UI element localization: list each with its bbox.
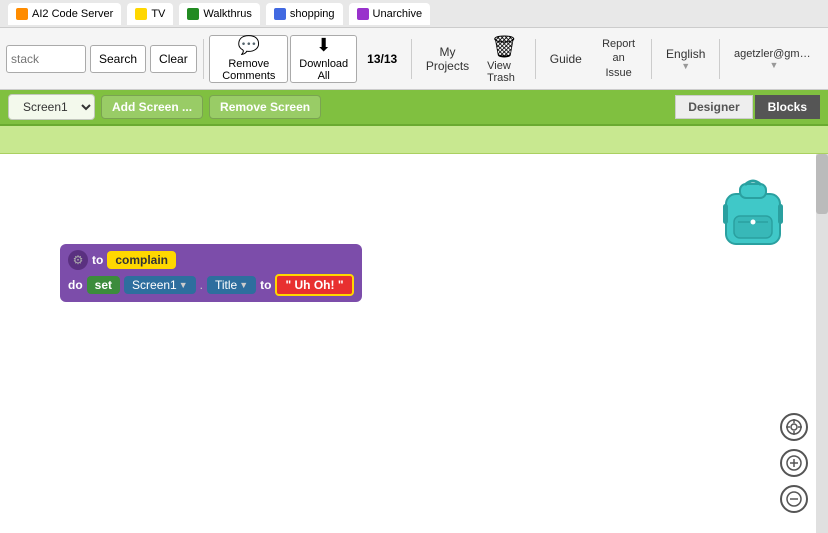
dot-separator: .: [200, 278, 203, 292]
add-screen-button[interactable]: Add Screen ...: [101, 95, 203, 119]
block-outer[interactable]: ⚙ to complain do set Screen1 ▼ . Title ▼…: [60, 244, 362, 302]
tab-icon-shopping: [274, 8, 286, 20]
view-toggle: Designer Blocks: [675, 95, 820, 119]
do-label: do: [68, 278, 83, 292]
block-container: ⚙ to complain do set Screen1 ▼ . Title ▼…: [60, 244, 362, 302]
my-projects-button[interactable]: My Projects: [418, 41, 477, 77]
block-row-1: ⚙ to complain: [68, 250, 354, 270]
tab-label-unarchive: Unarchive: [373, 8, 423, 20]
screen-toolbar: Screen1 Add Screen ... Remove Screen Des…: [0, 90, 828, 126]
screen1-arrow: ▼: [179, 280, 188, 290]
zoom-controls: [780, 413, 808, 513]
divider-5: [719, 39, 720, 79]
complain-block[interactable]: complain: [107, 251, 176, 269]
divider-1: [203, 39, 204, 79]
screen1-block[interactable]: Screen1 ▼: [124, 276, 196, 294]
search-button[interactable]: Search: [90, 45, 146, 73]
tab-label-shopping: shopping: [290, 8, 335, 20]
divider-2: [411, 39, 412, 79]
screen-select[interactable]: Screen1: [8, 94, 95, 120]
scrollbar[interactable]: [816, 154, 828, 533]
remove-comments-icon: 💬: [238, 35, 260, 56]
tab-walkthrus[interactable]: Walkthrus: [179, 3, 260, 25]
sub-toolbar: [0, 126, 828, 154]
backpack-illustration: [718, 174, 788, 244]
to2-label: to: [260, 278, 271, 292]
to-label: to: [92, 253, 103, 267]
tab-tv[interactable]: TV: [127, 3, 173, 25]
tab-label-walkthrus: Walkthrus: [203, 8, 252, 20]
zoom-in-button[interactable]: [780, 449, 808, 477]
uh-oh-block[interactable]: " Uh Oh! ": [275, 274, 353, 296]
blocks-button[interactable]: Blocks: [755, 95, 820, 119]
target-button[interactable]: [780, 413, 808, 441]
title-arrow: ▼: [239, 280, 248, 290]
canvas-area[interactable]: ⚙ to complain do set Screen1 ▼ . Title ▼…: [0, 154, 828, 533]
clear-button[interactable]: Clear: [150, 45, 197, 73]
tab-icon-tv: [135, 8, 147, 20]
divider-3: [535, 39, 536, 79]
tab-icon-walkthrus: [187, 8, 199, 20]
tab-label-ai2: AI2 Code Server: [32, 8, 113, 20]
counter-badge: 13/13: [359, 48, 405, 70]
block-row-2: do set Screen1 ▼ . Title ▼ to " Uh Oh! ": [68, 274, 354, 296]
gear-icon[interactable]: ⚙: [68, 250, 88, 270]
remove-comments-button[interactable]: 💬 Remove Comments: [209, 35, 288, 83]
main-toolbar: Search Clear 💬 Remove Comments ⬇ Downloa…: [0, 28, 828, 90]
trash-button[interactable]: 🗑 View Trash: [479, 30, 529, 88]
search-input[interactable]: [6, 45, 86, 73]
remove-screen-button[interactable]: Remove Screen: [209, 95, 321, 119]
tabs-bar: AI2 Code Server TV Walkthrus shopping Un…: [0, 0, 828, 28]
download-icon: ⬇: [316, 35, 331, 56]
tab-shopping[interactable]: shopping: [266, 3, 343, 25]
set-block[interactable]: set: [87, 276, 120, 294]
user-menu-button[interactable]: agetzler@gmail.com ▼: [726, 44, 822, 74]
scrollbar-thumb[interactable]: [816, 154, 828, 214]
tab-icon-ai2: [16, 8, 28, 20]
search-area: Search Clear: [6, 45, 197, 73]
title-block[interactable]: Title ▼: [207, 276, 256, 294]
zoom-out-button[interactable]: [780, 485, 808, 513]
trash-icon: 🗑: [490, 34, 518, 60]
divider-4: [651, 39, 652, 79]
tab-unarchive[interactable]: Unarchive: [349, 3, 431, 25]
tab-ai2-code-server[interactable]: AI2 Code Server: [8, 3, 121, 25]
tab-icon-unarchive: [357, 8, 369, 20]
report-issue-button[interactable]: Report an Issue: [592, 33, 646, 84]
guide-button[interactable]: Guide: [542, 48, 590, 70]
language-button[interactable]: English ▼: [658, 43, 713, 75]
tab-label-tv: TV: [151, 8, 165, 20]
download-all-button[interactable]: ⬇ Download All: [290, 35, 357, 83]
designer-button[interactable]: Designer: [675, 95, 752, 119]
